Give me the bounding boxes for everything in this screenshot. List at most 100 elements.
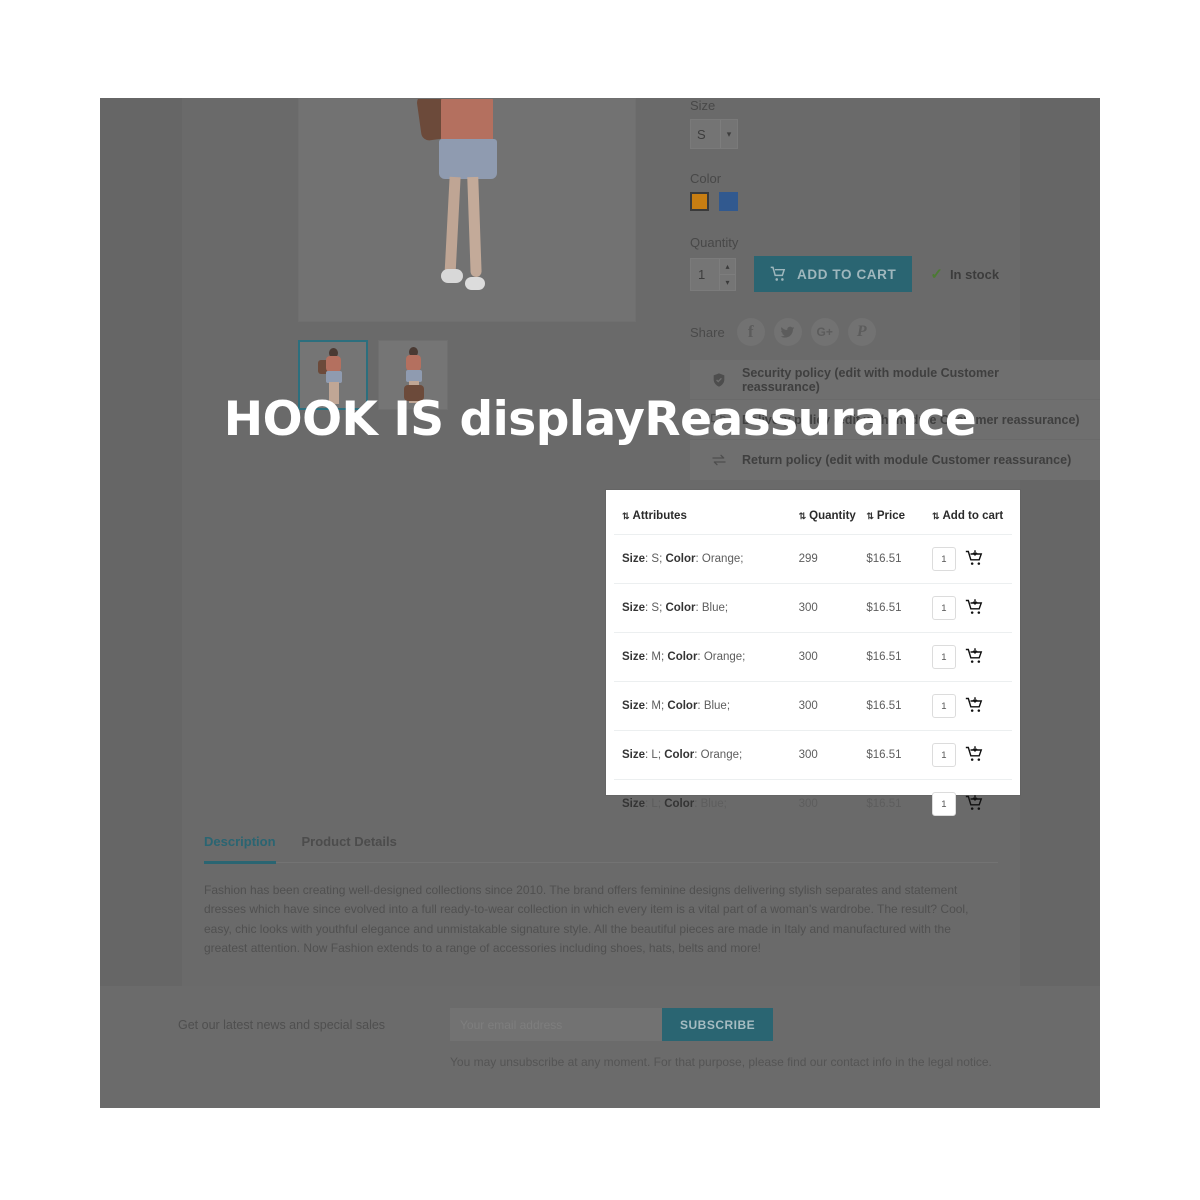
size-select[interactable]: S ▾ — [690, 119, 738, 149]
attr-color-label: Color — [665, 602, 696, 614]
sort-icon: ⇅ — [798, 511, 807, 521]
th-add-to-cart-label: Add to cart — [942, 510, 1004, 522]
newsletter-email-input[interactable]: Your email address — [450, 1008, 662, 1041]
table-header-row: ⇅ Attributes ⇅ Quantity ⇅ Price ⇅ Add to car… — [614, 506, 1012, 535]
tab-product-details[interactable]: Product Details — [302, 834, 397, 855]
tab-description[interactable]: Description — [204, 834, 276, 864]
table-row: Size: M; Color: Orange; 300 $16.51 1 — [614, 632, 1012, 682]
product-thumbnail-list — [298, 340, 448, 410]
product-thumbnail-1[interactable] — [298, 340, 368, 410]
attr-size-label: Size — [622, 700, 646, 712]
reassurance-row-security[interactable]: Security policy (edit with module Custom… — [690, 360, 1100, 400]
cell-attributes: Size: M; Color: Orange; — [614, 632, 799, 682]
cell-quantity: 299 — [798, 534, 867, 584]
attr-color-value: Blue — [703, 700, 727, 712]
facebook-icon[interactable]: f — [736, 318, 765, 346]
add-to-cart-icon[interactable] — [965, 696, 985, 716]
row-quantity-input[interactable]: 1 — [931, 645, 956, 669]
product-main-image[interactable] — [298, 98, 636, 322]
th-add-to-cart[interactable]: ⇅ Add to cart — [932, 506, 1012, 535]
shopping-cart-icon — [770, 266, 786, 281]
row-quantity-input[interactable]: 1 — [931, 596, 956, 620]
product-thumbnail-2[interactable] — [378, 340, 448, 410]
th-quantity[interactable]: ⇅ Quantity — [799, 506, 867, 535]
sort-icon: ⇅ — [622, 511, 630, 521]
product-variant-panel: Size S ▾ Color Quantity 1 ▴ ▾ ADD TO CAR… — [690, 98, 1020, 346]
pinterest-icon[interactable]: P — [847, 318, 876, 346]
quantity-spinner[interactable]: ▴ ▾ — [719, 258, 735, 290]
cell-price: $16.51 — [866, 583, 932, 633]
attr-color-value: Orange — [701, 553, 741, 565]
attr-color-value: Orange — [700, 749, 739, 761]
google-plus-icon[interactable]: G+ — [810, 318, 839, 346]
twitter-icon[interactable] — [773, 318, 802, 346]
th-attributes[interactable]: ⇅ Attributes — [614, 506, 799, 535]
size-label: Size — [690, 98, 716, 113]
newsletter-input-row: Your email address SUBSCRIBE — [450, 1008, 992, 1041]
attr-size-label: Size — [622, 602, 646, 614]
reassurance-row-return[interactable]: Return policy (edit with module Customer… — [690, 440, 1100, 480]
th-price[interactable]: ⇅ Price — [866, 506, 932, 535]
exchange-arrows-icon — [710, 452, 728, 468]
row-cart-controls: 1 — [931, 792, 1012, 816]
chevron-down-icon: ▾ — [720, 120, 737, 148]
attr-size-value: L — [651, 749, 658, 761]
row-quantity-input[interactable]: 1 — [931, 743, 956, 767]
chevron-down-icon[interactable]: ▾ — [720, 275, 735, 290]
attr-size-label: Size — [622, 553, 646, 565]
attr-color-label: Color — [664, 749, 695, 761]
newsletter-note: You may unsubscribe at any moment. For t… — [450, 1055, 992, 1069]
cell-price: $16.51 — [866, 681, 932, 731]
subscribe-button[interactable]: SUBSCRIBE — [662, 1008, 774, 1041]
attr-size-label: Size — [622, 651, 646, 663]
add-to-cart-icon[interactable] — [965, 745, 985, 765]
stock-status: ✓ In stock — [930, 265, 999, 283]
attr-size-value: L — [651, 798, 658, 810]
newsletter-form: Your email address SUBSCRIBE You may uns… — [450, 1008, 992, 1071]
reassurance-text: Return policy (edit with module Customer… — [742, 453, 1072, 467]
th-attributes-label: Attributes — [632, 510, 687, 522]
model-photo-illustration — [407, 99, 527, 321]
cell-quantity: 300 — [798, 583, 867, 633]
model-shorts — [439, 139, 497, 179]
product-combinations-table-panel: ⇅ Attributes ⇅ Quantity ⇅ Price ⇅ Add to car… — [606, 490, 1020, 828]
model-shoe-right — [465, 277, 485, 290]
chevron-up-icon[interactable]: ▴ — [720, 259, 735, 275]
add-to-cart-icon[interactable] — [965, 794, 985, 814]
dimmed-page-canvas: Size S ▾ Color Quantity 1 ▴ ▾ ADD TO CAR… — [100, 98, 1100, 1108]
row-quantity-input[interactable]: 1 — [931, 694, 956, 718]
table-row: Size: S; Color: Orange; 299 $16.51 1 — [614, 534, 1012, 584]
attr-size-value: S — [651, 553, 660, 565]
quantity-label: Quantity — [690, 235, 739, 250]
add-to-cart-icon[interactable] — [965, 647, 985, 667]
add-to-cart-button[interactable]: ADD TO CART — [754, 256, 913, 292]
size-select-value: S — [697, 126, 706, 142]
table-row: Size: L; Color: Blue; 300 $16.51 1 — [614, 779, 1012, 828]
row-quantity-input[interactable]: 1 — [931, 547, 956, 571]
cell-price: $16.51 — [866, 534, 932, 584]
cell-quantity: 300 — [798, 779, 867, 828]
color-swatch-blue[interactable] — [719, 192, 738, 211]
row-quantity-input[interactable]: 1 — [931, 792, 956, 816]
thumb-top — [406, 355, 421, 371]
add-to-cart-icon[interactable] — [965, 549, 985, 569]
combinations-table: ⇅ Attributes ⇅ Quantity ⇅ Price ⇅ Add to car… — [614, 506, 1012, 828]
add-to-cart-icon[interactable] — [965, 598, 985, 618]
cell-quantity: 300 — [798, 632, 867, 682]
newsletter-block: Get our latest news and special sales Yo… — [178, 1008, 992, 1071]
quantity-stepper[interactable]: 1 ▴ ▾ — [690, 257, 736, 291]
reassurance-text: Delivery policy (edit with module Custom… — [742, 412, 1080, 427]
table-row: Size: S; Color: Blue; 300 $16.51 1 — [614, 583, 1012, 633]
model-top — [441, 99, 493, 143]
attr-color-label: Color — [665, 553, 696, 565]
reassurance-row-delivery[interactable]: Delivery policy (edit with module Custom… — [690, 400, 1100, 440]
attr-size-value: M — [651, 651, 661, 663]
cell-add-to-cart: 1 — [931, 681, 1012, 731]
thumbnail-figure — [316, 348, 350, 406]
share-label: Share — [690, 324, 725, 340]
cell-add-to-cart: 1 — [931, 730, 1012, 780]
row-cart-controls: 1 — [931, 743, 1012, 767]
color-label: Color — [690, 171, 722, 186]
color-swatch-orange[interactable] — [690, 192, 709, 211]
quantity-and-cart-row: 1 ▴ ▾ ADD TO CART ✓ In stock — [690, 256, 1020, 292]
